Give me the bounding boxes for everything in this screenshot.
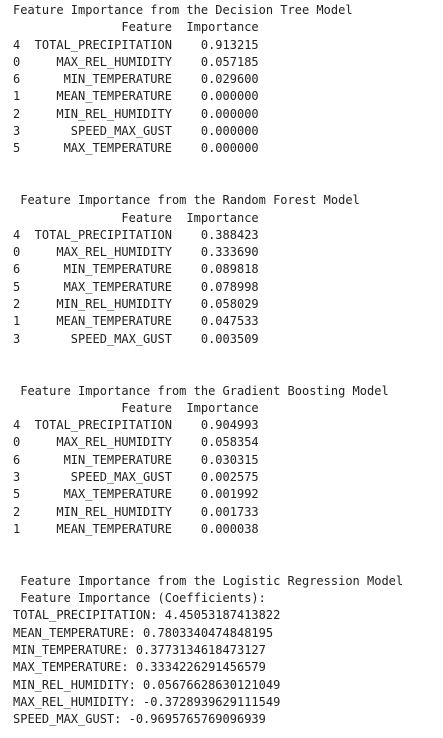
random-forest-row: 4 TOTAL_PRECIPITATION 0.388423	[13, 227, 259, 242]
gradient-boosting-row: 0 MAX_REL_HUMIDITY 0.058354	[13, 435, 259, 450]
coefficient-line: MIN_TEMPERATURE: 0.3773134618473127	[13, 642, 266, 657]
gradient-boosting-header-row: Feature Importance	[13, 400, 259, 415]
decision-tree-row: 2 MIN_REL_HUMIDITY 0.000000	[13, 106, 259, 121]
coefficient-line: MAX_REL_HUMIDITY: -0.3728939629111549	[13, 694, 281, 709]
decision-tree-row: 6 MIN_TEMPERATURE 0.029600	[13, 72, 259, 87]
coefficient-line: TOTAL_PRECIPITATION: 4.45053187413822	[13, 608, 281, 623]
random-forest-row: 0 MAX_REL_HUMIDITY 0.333690	[13, 245, 259, 260]
decision-tree-row: 4 TOTAL_PRECIPITATION 0.913215	[13, 37, 259, 52]
decision-tree-row: 3 SPEED_MAX_GUST 0.000000	[13, 124, 259, 139]
decision-tree-row: 1 MEAN_TEMPERATURE 0.000000	[13, 89, 259, 104]
gradient-boosting-title: Feature Importance from the Gradient Boo…	[13, 383, 389, 398]
gradient-boosting-row: 5 MAX_TEMPERATURE 0.001992	[13, 487, 259, 502]
decision-tree-row: 0 MAX_REL_HUMIDITY 0.057185	[13, 54, 259, 69]
decision-tree-header-row: Feature Importance	[13, 20, 259, 35]
gradient-boosting-row: 4 TOTAL_PRECIPITATION 0.904993	[13, 418, 259, 433]
random-forest-row: 3 SPEED_MAX_GUST 0.003509	[13, 331, 259, 346]
decision-tree-title: Feature Importance from the Decision Tre…	[13, 3, 353, 17]
cell-output: Feature Importance from the Decision Tre…	[13, 2, 403, 728]
random-forest-row: 6 MIN_TEMPERATURE 0.089818	[13, 262, 259, 277]
blank-lines	[13, 538, 403, 573]
decision-tree-row: 5 MAX_TEMPERATURE 0.000000	[13, 141, 259, 156]
coefficient-line: MAX_TEMPERATURE: 0.3334226291456579	[13, 660, 266, 675]
blank-lines	[13, 158, 403, 193]
gradient-boosting-row: 3 SPEED_MAX_GUST 0.002575	[13, 470, 259, 485]
random-forest-row: 5 MAX_TEMPERATURE 0.078998	[13, 279, 259, 294]
random-forest-row: 2 MIN_REL_HUMIDITY 0.058029	[13, 297, 259, 312]
random-forest-title: Feature Importance from the Random Fores…	[13, 193, 360, 208]
blank-lines	[13, 348, 403, 383]
coefficient-line: SPEED_MAX_GUST: -0.9695765769096939	[13, 712, 266, 727]
gradient-boosting-row: 1 MEAN_TEMPERATURE 0.000038	[13, 521, 259, 536]
logistic-regression-title: Feature Importance from the Logistic Reg…	[13, 573, 404, 588]
gradient-boosting-row: 6 MIN_TEMPERATURE 0.030315	[13, 452, 259, 467]
coefficient-line: MEAN_TEMPERATURE: 0.7803340474848195	[13, 625, 274, 640]
random-forest-row: 1 MEAN_TEMPERATURE 0.047533	[13, 314, 259, 329]
logistic-regression-subtitle: Feature Importance (Coefficients):	[13, 591, 266, 606]
coefficient-line: MIN_REL_HUMIDITY: 0.05676628630121049	[13, 677, 281, 692]
random-forest-header-row: Feature Importance	[13, 210, 259, 225]
gradient-boosting-row: 2 MIN_REL_HUMIDITY 0.001733	[13, 504, 259, 519]
